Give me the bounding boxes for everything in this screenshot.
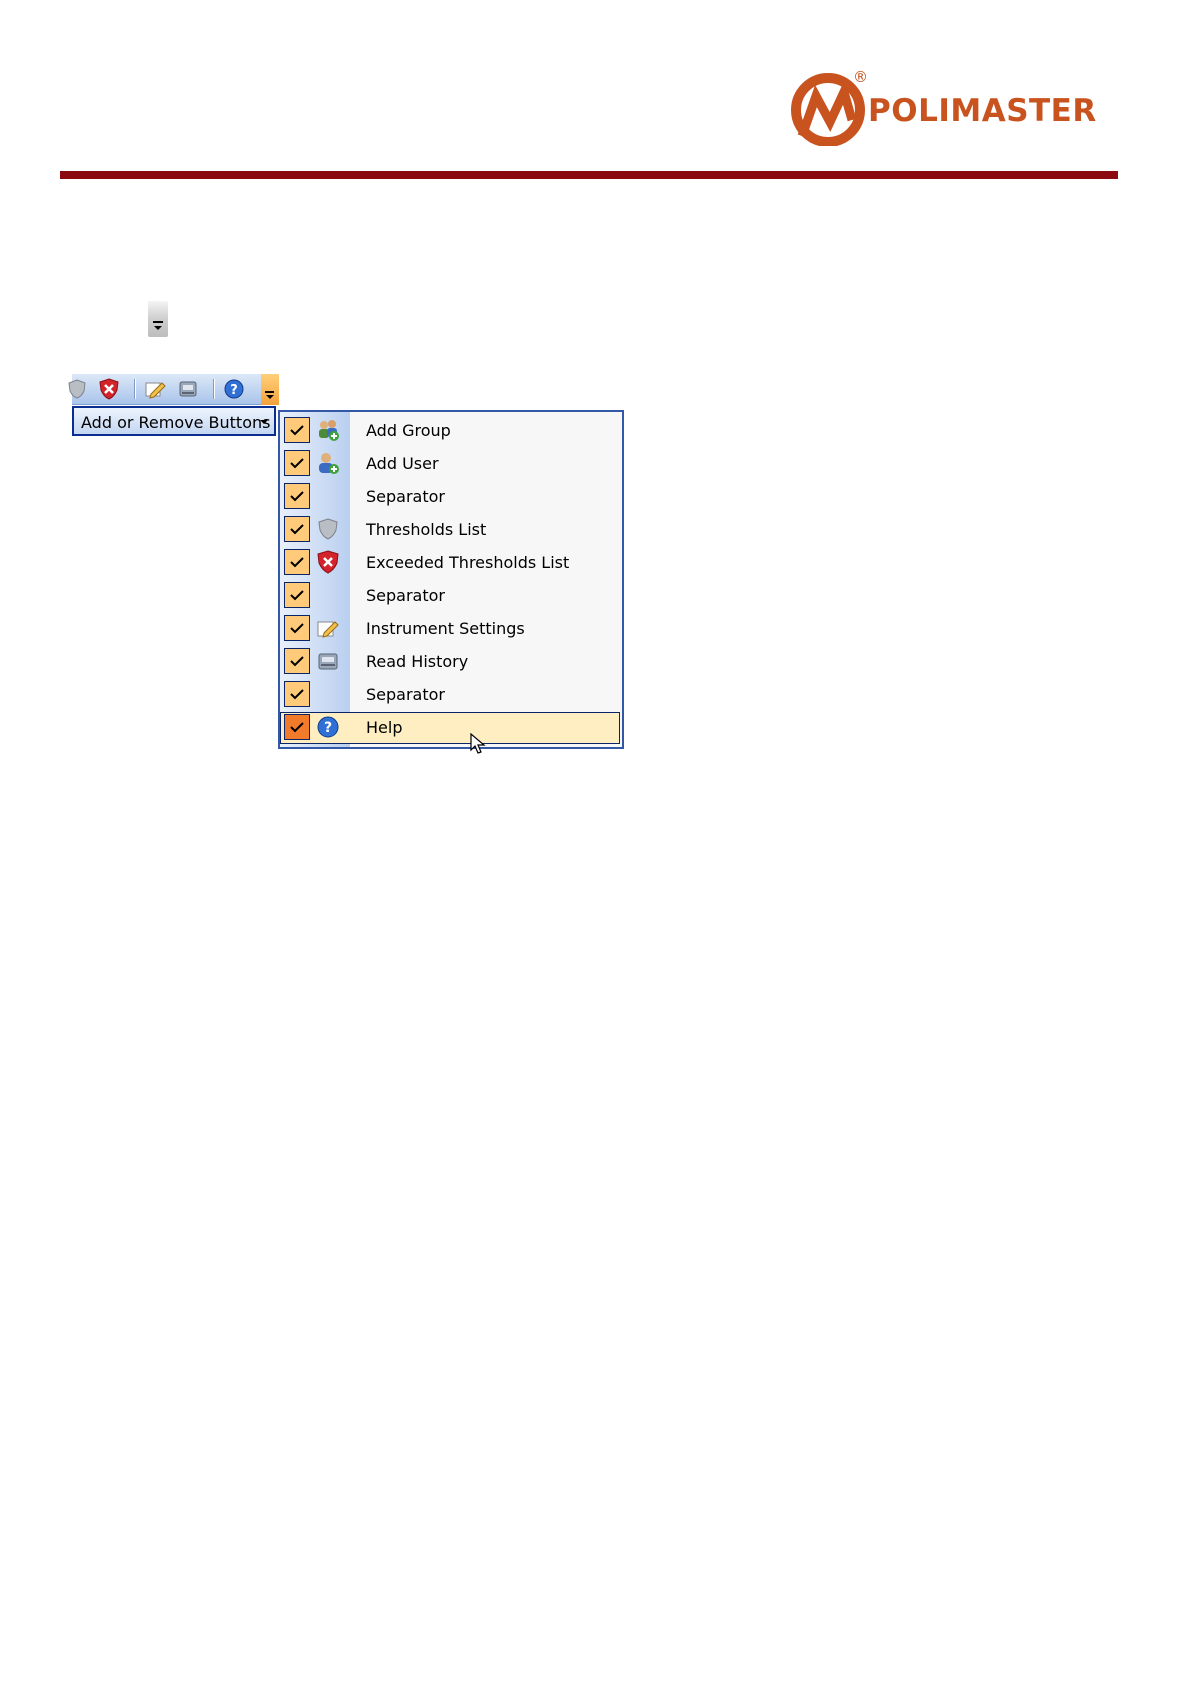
add-remove-menu: Add Group Add User Separator Thresholds … — [278, 410, 624, 749]
read-history-icon[interactable] — [177, 378, 199, 400]
checkbox[interactable] — [284, 516, 310, 542]
help-icon[interactable]: ? — [223, 378, 245, 400]
checkbox[interactable] — [284, 450, 310, 476]
menu-item-label: Separator — [366, 487, 445, 506]
menu-item-label: Add User — [366, 454, 439, 473]
mouse-cursor-icon — [470, 733, 486, 754]
checkmark-icon — [290, 722, 304, 733]
toolbar: ? — [68, 374, 279, 405]
menu-item-thresholds-list[interactable]: Thresholds List — [280, 513, 622, 546]
checkmark-icon — [290, 590, 304, 601]
exceeded-shield-icon — [316, 550, 340, 574]
menu-item-label: Instrument Settings — [366, 619, 525, 638]
checkmark-icon — [290, 689, 304, 700]
instrument-settings-icon — [316, 616, 340, 640]
instrument-settings-icon[interactable] — [144, 378, 166, 400]
menu-item-separator[interactable]: Separator — [280, 678, 622, 711]
checkbox[interactable] — [284, 681, 310, 707]
svg-text:?: ? — [324, 720, 332, 736]
checkmark-icon — [290, 524, 304, 535]
add-or-remove-buttons[interactable]: Add or Remove Buttons — [72, 406, 276, 436]
menu-item-help[interactable]: ? Help — [280, 711, 622, 744]
shield-icon[interactable] — [66, 378, 88, 400]
checkmark-icon — [290, 557, 304, 568]
shield-icon — [316, 517, 340, 541]
read-history-icon — [316, 649, 340, 673]
polimaster-logo: ® POLIMASTER — [790, 68, 1096, 150]
svg-text:?: ? — [230, 383, 238, 398]
checkbox[interactable] — [284, 417, 310, 443]
checkbox[interactable] — [284, 615, 310, 641]
checkmark-icon — [290, 656, 304, 667]
exceeded-shield-icon[interactable] — [98, 378, 120, 400]
toolbar-separator — [134, 379, 135, 399]
checkbox[interactable] — [284, 483, 310, 509]
add-or-remove-buttons-label: Add or Remove Buttons — [81, 413, 271, 432]
menu-item-label: Read History — [366, 652, 469, 671]
menu-item-label: Separator — [366, 586, 445, 605]
chevron-down-icon — [266, 395, 274, 399]
menu-item-label: Separator — [366, 685, 445, 704]
help-icon: ? — [316, 715, 340, 739]
add-group-icon — [316, 418, 340, 442]
checkmark-icon — [290, 425, 304, 436]
toolbar-separator — [213, 379, 214, 399]
checkmark-icon — [290, 623, 304, 634]
menu-item-read-history[interactable]: Read History — [280, 645, 622, 678]
checkbox[interactable] — [284, 549, 310, 575]
menu-item-separator[interactable]: Separator — [280, 579, 622, 612]
menu-item-label: Add Group — [366, 421, 451, 440]
checkbox[interactable] — [284, 714, 310, 740]
bar-glyph — [153, 321, 163, 323]
header-rule — [60, 171, 1118, 179]
menu-item-separator[interactable]: Separator — [280, 480, 622, 513]
registered-mark: ® — [853, 68, 868, 86]
checkbox[interactable] — [284, 582, 310, 608]
add-user-icon — [316, 451, 340, 475]
menu-item-instrument-settings[interactable]: Instrument Settings — [280, 612, 622, 645]
chevron-down-icon — [260, 420, 268, 424]
bar-glyph — [265, 391, 274, 393]
logo-text: POLIMASTER — [868, 93, 1097, 129]
toolbar-overflow-button[interactable] — [261, 374, 279, 405]
menu-item-exceeded-thresholds-list[interactable]: Exceeded Thresholds List — [280, 546, 622, 579]
toolbar-options-button-sample[interactable] — [148, 301, 168, 337]
checkmark-icon — [290, 458, 304, 469]
checkmark-icon — [290, 491, 304, 502]
menu-item-add-group[interactable]: Add Group — [280, 414, 622, 447]
checkbox[interactable] — [284, 648, 310, 674]
menu-item-label: Help — [366, 718, 403, 737]
menu-item-label: Thresholds List — [366, 520, 487, 539]
menu-item-label: Exceeded Thresholds List — [366, 553, 570, 572]
menu-item-add-user[interactable]: Add User — [280, 447, 622, 480]
chevron-down-icon — [154, 326, 162, 330]
